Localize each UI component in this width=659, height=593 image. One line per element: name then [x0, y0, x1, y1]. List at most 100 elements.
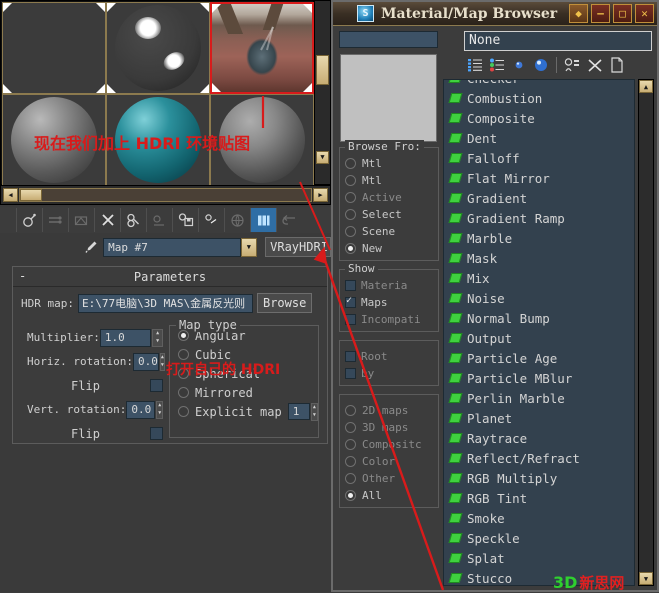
material-name-input[interactable]: Map #7 — [103, 238, 240, 257]
map-list-item[interactable]: Mask — [444, 248, 634, 268]
map-type-option-cubic[interactable]: Cubic — [170, 345, 318, 364]
make-unique-icon[interactable] — [120, 208, 146, 232]
browse-from-selected[interactable]: Select — [340, 206, 438, 223]
filter-color-mods[interactable]: Color — [340, 453, 438, 470]
map-list[interactable]: CheckerCombustionCompositeDentFalloffFla… — [443, 79, 635, 586]
radio-icon[interactable] — [345, 405, 356, 416]
delete-from-library-icon[interactable] — [584, 55, 605, 75]
radio-icon[interactable] — [178, 406, 189, 417]
show-incompatible-checkbox-row[interactable]: Incompati — [340, 311, 438, 328]
scroll-right-button[interactable]: ▶ — [313, 188, 328, 202]
map-list-item[interactable]: Raytrace — [444, 428, 634, 448]
radio-icon[interactable] — [345, 490, 356, 501]
reset-map-icon[interactable] — [68, 208, 94, 232]
horiz-rotation-spinner[interactable]: ▲▼ — [160, 353, 165, 371]
make-material-copy-icon[interactable] — [94, 208, 120, 232]
slot-vertical-scrollbar[interactable]: ▼ — [314, 0, 331, 185]
map-list-item[interactable]: Dent — [444, 128, 634, 148]
map-list-item[interactable]: Composite — [444, 108, 634, 128]
map-list-item[interactable]: Marble — [444, 228, 634, 248]
map-list-item[interactable]: Smoke — [444, 508, 634, 528]
map-list-item[interactable]: Combustion — [444, 88, 634, 108]
eyedropper-icon[interactable] — [78, 237, 103, 257]
horiz-rotation-input[interactable]: 0.0 — [133, 353, 159, 371]
radio-icon[interactable] — [345, 473, 356, 484]
vert-rotation-input[interactable]: 0.0 — [126, 401, 155, 419]
radio-icon[interactable] — [345, 226, 356, 237]
map-list-item[interactable]: Noise — [444, 288, 634, 308]
map-list-item[interactable]: Splat — [444, 548, 634, 568]
map-list-item[interactable]: Falloff — [444, 148, 634, 168]
map-list-item[interactable]: Output — [444, 328, 634, 348]
scroll-down-button[interactable]: ▼ — [316, 151, 329, 164]
close-button[interactable]: ✕ — [635, 4, 654, 23]
browser-search-input[interactable]: None — [464, 31, 652, 51]
radio-icon[interactable] — [178, 387, 189, 398]
filter-2d-maps[interactable]: 2D maps — [340, 402, 438, 419]
maximize-button[interactable]: □ — [613, 4, 632, 23]
checkbox-icon[interactable] — [345, 314, 356, 325]
rollout-collapse-icon[interactable]: - — [19, 269, 26, 283]
show-materials-checkbox-row[interactable]: Materia — [340, 277, 438, 294]
checkbox-icon[interactable] — [345, 351, 356, 362]
scroll-left-button[interactable]: ◀ — [3, 188, 18, 202]
checkbox-icon[interactable] — [345, 297, 356, 308]
multiplier-spinner[interactable]: ▲▼ — [152, 329, 163, 347]
map-list-item[interactable]: Perlin Marble — [444, 388, 634, 408]
radio-icon[interactable] — [178, 368, 189, 379]
map-list-item[interactable]: Gradient Ramp — [444, 208, 634, 228]
browse-button[interactable]: Browse — [257, 293, 312, 313]
go-forward-to-sibling-icon[interactable] — [250, 208, 276, 232]
slot-scroll-thumb[interactable] — [316, 55, 329, 85]
map-type-option-mirrored[interactable]: Mirrored — [170, 383, 318, 402]
go-to-parent-icon[interactable] — [224, 208, 250, 232]
hscroll-track[interactable] — [19, 188, 312, 202]
map-type-option-explicit[interactable]: Explicit map 1 ▲▼ — [170, 402, 318, 421]
sample-slot-2[interactable] — [106, 2, 210, 94]
browse-from-new[interactable]: New — [340, 240, 438, 257]
filter-3d-maps[interactable]: 3D maps — [340, 419, 438, 436]
radio-icon[interactable] — [178, 349, 189, 360]
explicit-map-input[interactable]: 1 — [288, 403, 310, 420]
show-maps-checkbox-row[interactable]: Maps — [340, 294, 438, 311]
scroll-down-button[interactable]: ▼ — [639, 572, 653, 585]
put-to-library-icon[interactable] — [146, 208, 172, 232]
radio-icon[interactable] — [345, 209, 356, 220]
filter-all[interactable]: All — [340, 487, 438, 504]
map-list-item[interactable]: Particle Age — [444, 348, 634, 368]
checkbox-icon[interactable] — [345, 280, 356, 291]
material-type-button[interactable]: VRayHDRI — [265, 237, 331, 257]
by-object-checkbox-row[interactable]: by — [340, 365, 438, 382]
parameters-rollout-header[interactable]: - Parameters — [13, 267, 327, 287]
map-list-item[interactable]: Particle MBlur — [444, 368, 634, 388]
browse-from-scene[interactable]: Scene — [340, 223, 438, 240]
show-end-result-icon[interactable] — [198, 208, 224, 232]
view-small-icons-icon[interactable] — [508, 55, 529, 75]
multiplier-input[interactable]: 1.0 — [100, 329, 151, 347]
update-scene-materials-icon[interactable] — [562, 55, 583, 75]
root-only-checkbox-row[interactable]: Root — [340, 348, 438, 365]
browser-name-field[interactable] — [339, 31, 438, 48]
radio-icon[interactable] — [345, 158, 356, 169]
map-list-item[interactable]: RGB Multiply — [444, 468, 634, 488]
hdr-map-path-input[interactable]: E:\77电脑\3D MAS\金属反光则 — [78, 294, 253, 313]
radio-icon[interactable] — [345, 439, 356, 450]
restore-button[interactable]: ◆ — [569, 4, 588, 23]
get-material-icon[interactable] — [16, 208, 42, 232]
filter-compositors[interactable]: Compositc — [340, 436, 438, 453]
map-list-item[interactable]: Checker — [444, 79, 634, 88]
map-list-item[interactable]: Mix — [444, 268, 634, 288]
view-list-icon[interactable] — [464, 55, 485, 75]
map-list-item[interactable]: Stucco — [444, 568, 634, 586]
map-list-item[interactable]: RGB Tint — [444, 488, 634, 508]
material-name-dropdown-icon[interactable]: ▼ — [241, 238, 258, 257]
slot-horizontal-scrollbar[interactable]: ◀ ▶ — [0, 185, 331, 205]
view-large-icons-icon[interactable] — [530, 55, 551, 75]
sample-slot-6[interactable] — [210, 94, 314, 186]
sample-slot-4[interactable] — [2, 94, 106, 186]
radio-icon[interactable] — [345, 422, 356, 433]
sample-slot-5[interactable] — [106, 94, 210, 186]
radio-icon[interactable] — [345, 243, 356, 254]
browse-from-mtl-library[interactable]: Mtl — [340, 155, 438, 172]
map-list-scrollbar[interactable]: ▲ ▼ — [638, 79, 654, 586]
